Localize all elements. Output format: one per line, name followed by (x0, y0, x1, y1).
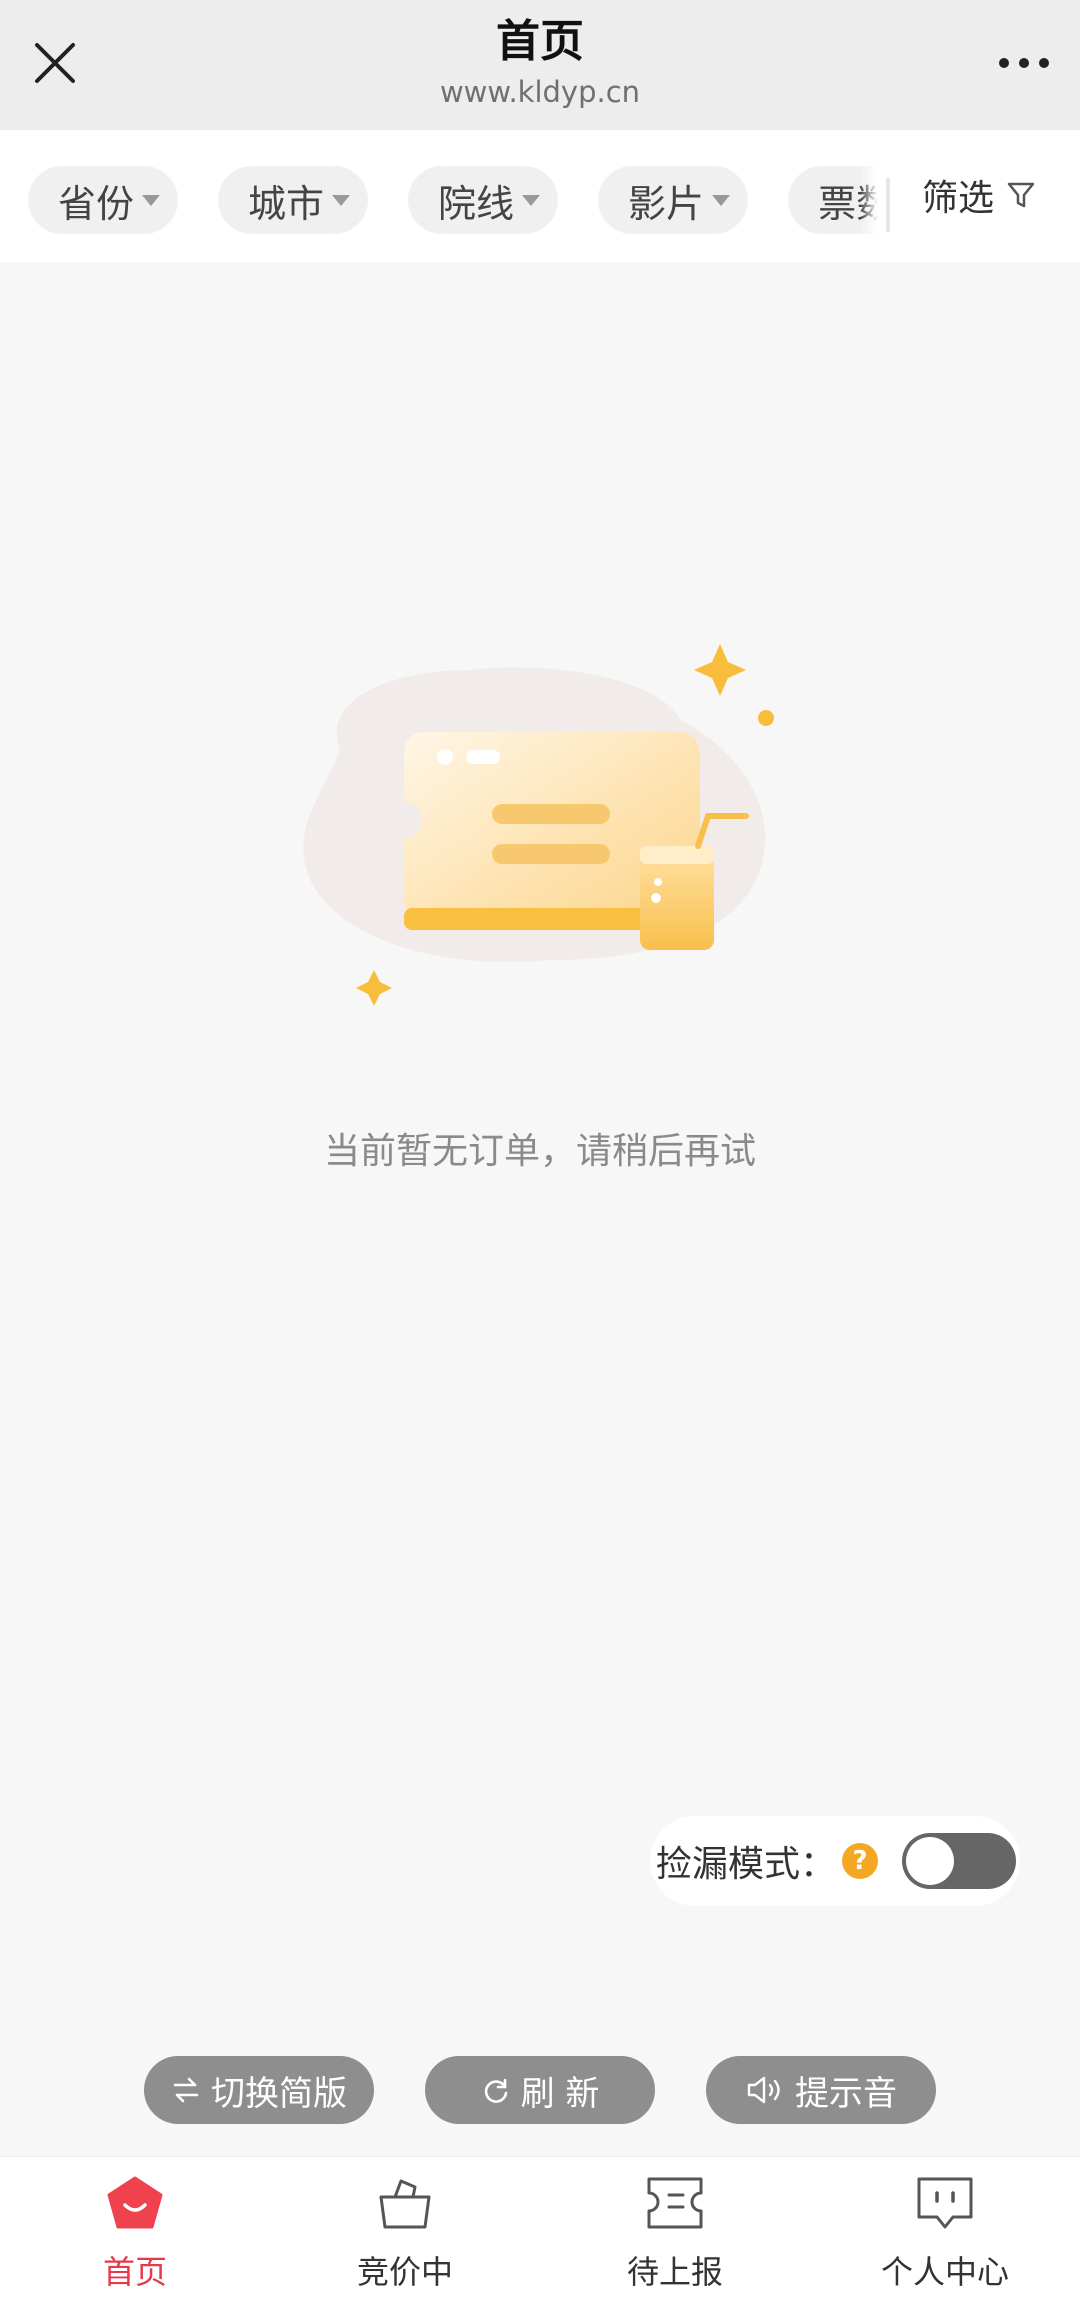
filter-button[interactable]: 筛选 (922, 150, 1036, 240)
tab-label: 首页 (102, 2253, 167, 2291)
action-buttons: 切换简版 刷 新 提示音 (0, 2056, 1080, 2124)
page-url: www.kldyp.cn (439, 75, 641, 109)
top-bar: 首页 www.kldyp.cn (0, 0, 1080, 130)
empty-orders-illustration (303, 644, 774, 1006)
filter-funnel-icon (1007, 182, 1035, 208)
filter-label: 筛选 (922, 178, 995, 219)
ticket-icon (640, 2171, 710, 2235)
bottom-tab-bar: 首页 竞价中 待上报 个人中心 (0, 2156, 1080, 2299)
filter-chip-movie[interactable]: 影片 (598, 166, 749, 234)
tab-label: 竞价中 (356, 2253, 453, 2291)
chip-label: 省份 (58, 181, 135, 226)
switch-simple-label: 切换简版 (211, 2073, 347, 2114)
caret-down-icon (712, 194, 731, 206)
filter-chip-city[interactable]: 城市 (218, 166, 369, 234)
mode-label: 捡漏模式： (656, 1844, 837, 1885)
close-icon (35, 43, 75, 83)
close-button[interactable] (24, 28, 86, 98)
empty-state-message: 当前暂无订单，请稍后再试 (323, 1131, 756, 1172)
speaker-icon (747, 2076, 780, 2104)
alert-sound-button[interactable]: 提示音 (706, 2056, 936, 2124)
switch-simple-button[interactable]: 切换简版 (144, 2056, 374, 2124)
page-title: 首页 (496, 16, 584, 67)
title-block: 首页 www.kldyp.cn (240, 14, 840, 112)
leak-mode-control: 捡漏模式： ? (650, 1816, 1020, 1906)
chips-divider (886, 178, 890, 232)
chip-label: 城市 (248, 181, 325, 226)
refresh-button[interactable]: 刷 新 (425, 2056, 655, 2124)
refresh-label: 刷 新 (520, 2073, 600, 2114)
help-icon[interactable]: ? (842, 1843, 879, 1879)
tab-label: 个人中心 (880, 2253, 1009, 2291)
home-icon (100, 2171, 170, 2235)
alert-sound-label: 提示音 (795, 2073, 897, 2114)
swap-arrows-icon (173, 2077, 199, 2103)
chip-label: 影片 (628, 181, 705, 226)
filter-chip-province[interactable]: 省份 (28, 166, 179, 234)
tab-home[interactable]: 首页 (0, 2157, 270, 2299)
tab-pending-report[interactable]: 待上报 (540, 2157, 810, 2299)
caret-down-icon (332, 194, 351, 206)
leak-mode-toggle[interactable] (902, 1833, 1017, 1889)
filter-chips: 省份 城市 院线 影片 票数 (28, 166, 888, 238)
filter-chip-cinema-chain[interactable]: 院线 (408, 166, 559, 234)
caret-down-icon (142, 194, 161, 206)
tab-label: 待上报 (626, 2253, 723, 2291)
more-button[interactable] (988, 38, 1060, 88)
chip-label: 院线 (438, 181, 515, 226)
filter-bar: 省份 城市 院线 影片 票数 (0, 130, 1080, 262)
shopping-bag-icon (370, 2171, 440, 2235)
profile-icon (910, 2171, 980, 2235)
caret-down-icon (522, 194, 541, 206)
more-icon (999, 58, 1049, 68)
tab-profile[interactable]: 个人中心 (810, 2157, 1080, 2299)
toggle-knob (906, 1837, 955, 1885)
refresh-icon (484, 2078, 507, 2103)
tab-bidding[interactable]: 竞价中 (270, 2157, 540, 2299)
